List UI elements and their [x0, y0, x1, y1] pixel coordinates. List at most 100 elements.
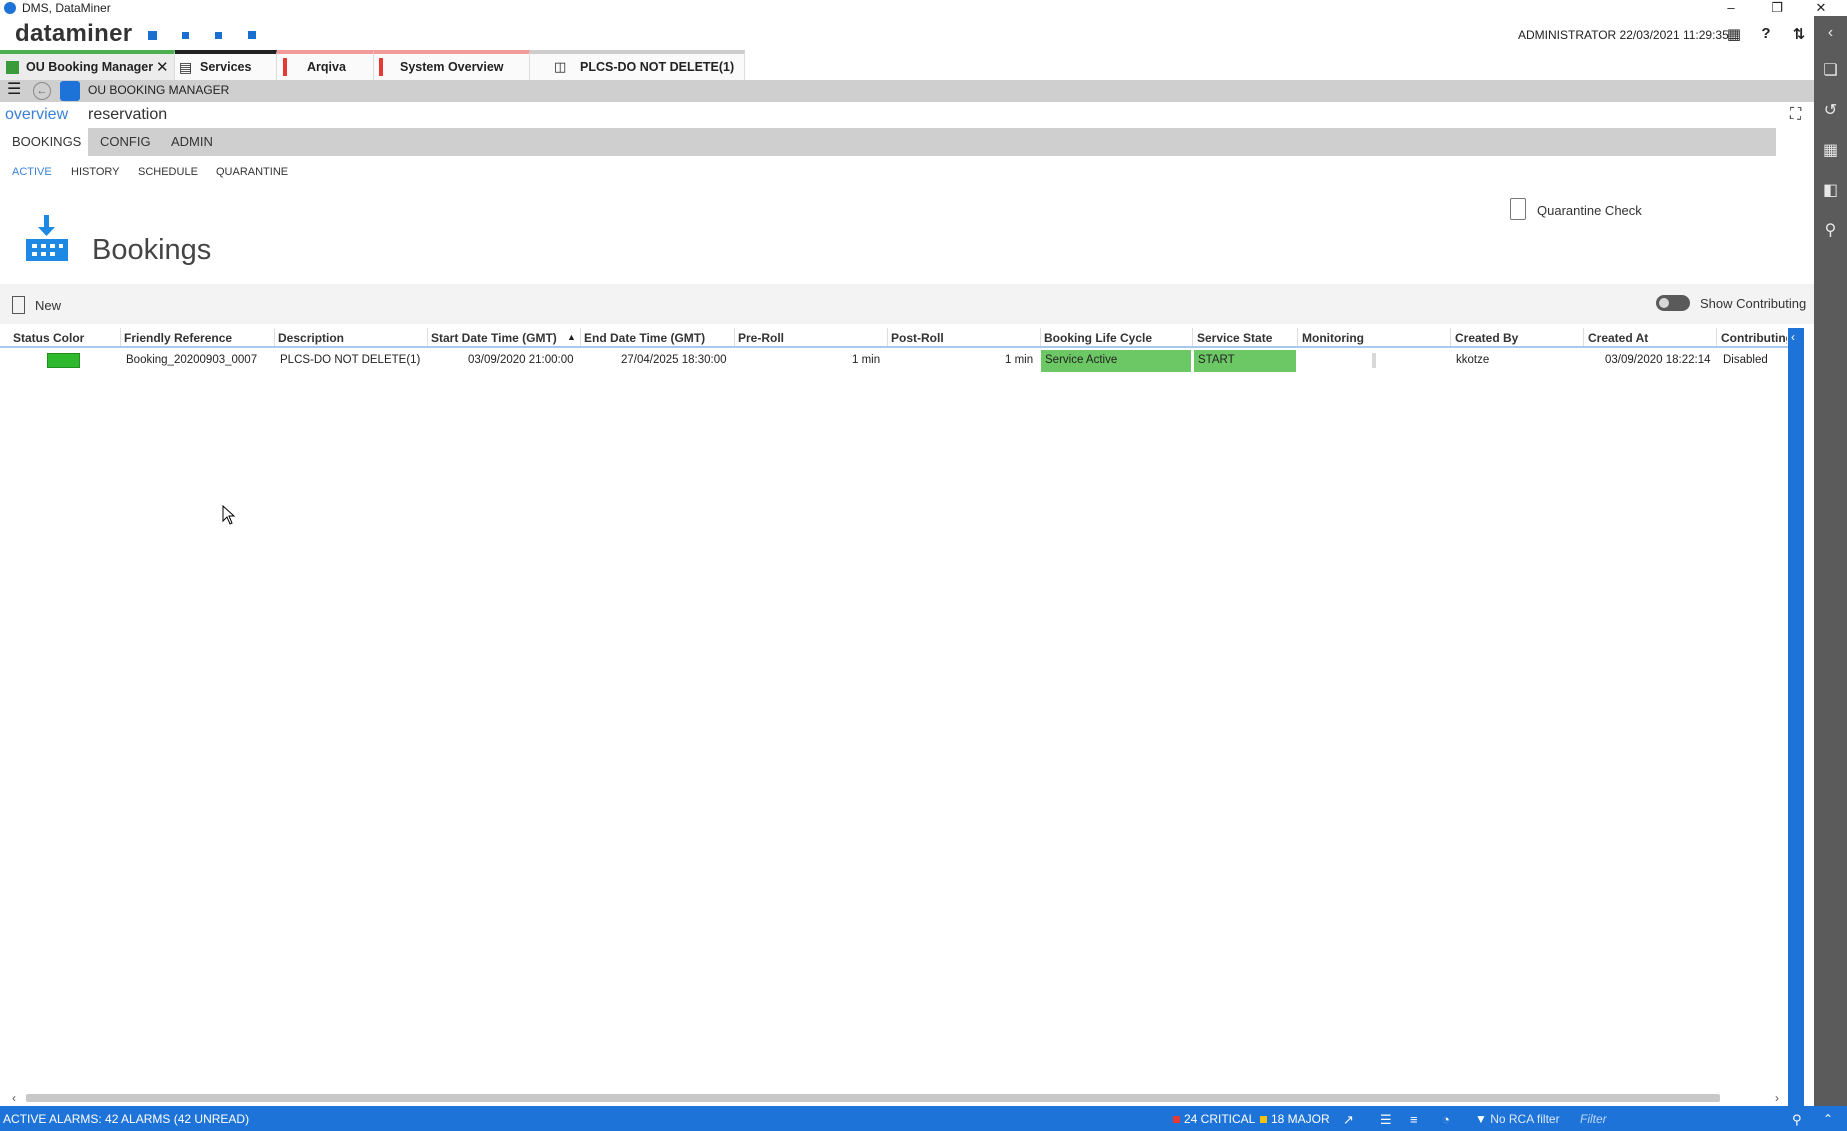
cell-life-cycle: Service Active — [1045, 354, 1118, 366]
col-friendly-reference[interactable]: Friendly Reference — [124, 331, 232, 345]
breadcrumb-overview[interactable]: overview — [5, 106, 68, 124]
quarantine-check-button[interactable]: Quarantine Check — [1537, 203, 1642, 218]
col-start-date[interactable]: Start Date Time (GMT) — [431, 331, 557, 345]
monitoring-indicator — [1372, 353, 1376, 368]
tab-admin[interactable]: ADMIN — [171, 134, 213, 149]
cell-post-roll: 1 min — [1005, 354, 1034, 366]
main-tabs: BOOKINGS CONFIG ADMIN — [0, 128, 1776, 156]
col-status-color[interactable]: Status Color — [13, 331, 84, 345]
col-end-date[interactable]: End Date Time (GMT) — [584, 331, 705, 345]
tab-plcs[interactable]: ◫ PLCS-DO NOT DELETE(1) — [530, 50, 745, 80]
col-created-at[interactable]: Created At — [1588, 331, 1648, 345]
card-title: OU BOOKING MANAGER — [88, 83, 230, 97]
services-icon: ▤ — [179, 59, 193, 75]
rca-filter[interactable]: ▼ No RCA filter — [1475, 1112, 1560, 1126]
layout-icon[interactable]: ◧ — [1814, 180, 1847, 200]
chevron-left-icon[interactable]: ‹ — [1791, 330, 1795, 344]
subtab-schedule[interactable]: SCHEDULE — [138, 166, 198, 178]
col-booking-life-cycle[interactable]: Booking Life Cycle — [1044, 331, 1152, 345]
service-icon: ◫ — [554, 59, 567, 74]
tab-services[interactable]: ▤ Services — [175, 50, 277, 80]
restore-icon[interactable]: ❐ — [1764, 0, 1790, 16]
trend-icon[interactable]: ↗ — [1343, 1112, 1354, 1128]
header-dot — [248, 31, 256, 39]
new-document-icon — [12, 296, 25, 314]
subtab-quarantine[interactable]: QUARANTINE — [216, 166, 288, 178]
tab-label: System Overview — [400, 60, 504, 74]
card-tabs: OU Booking Manager ✕ ▤ Services Arqiva S… — [0, 50, 1814, 80]
table-toolbar: New Show Contributing — [0, 284, 1814, 324]
header-dot — [182, 32, 189, 39]
table-row[interactable]: Booking_20200903_0007 PLCS-DO NOT DELETE… — [0, 350, 1788, 372]
app-logo-icon — [60, 81, 80, 101]
app-icon — [4, 2, 16, 14]
col-pre-roll[interactable]: Pre-Roll — [738, 331, 784, 345]
status-color-swatch — [47, 353, 80, 368]
right-sidebar: ‹ ❏ ↺ ▦ ◧ ⚲ — [1814, 16, 1847, 1106]
tab-label: Services — [200, 60, 252, 74]
list-icon[interactable]: ☰ — [1380, 1112, 1392, 1128]
page-title: Bookings — [92, 234, 212, 266]
subtab-active[interactable]: ACTIVE — [12, 166, 52, 178]
scroll-right-icon[interactable]: › — [1775, 1091, 1779, 1105]
col-monitoring[interactable]: Monitoring — [1302, 331, 1364, 345]
cell-friendly-reference: Booking_20200903_0007 — [126, 354, 258, 366]
pages-icon[interactable]: ❏ — [1814, 60, 1847, 80]
bookings-icon — [26, 215, 68, 261]
horizontal-scrollbar-thumb[interactable] — [26, 1094, 1720, 1102]
hamburger-menu-icon[interactable]: ☰ — [7, 82, 21, 98]
card-toolbar: ☰ ← OU BOOKING MANAGER — [0, 80, 1814, 102]
cell-description: PLCS-DO NOT DELETE(1) — [280, 354, 421, 366]
booking-manager-icon — [6, 61, 19, 74]
tab-arqiva[interactable]: Arqiva — [277, 50, 374, 80]
major-count[interactable]: 18 MAJOR — [1260, 1112, 1330, 1126]
tab-system-overview[interactable]: System Overview — [374, 50, 530, 80]
close-tab-icon[interactable]: ✕ — [156, 58, 169, 76]
col-created-by[interactable]: Created By — [1455, 331, 1518, 345]
cell-contributing: Disabled — [1723, 354, 1768, 366]
new-button[interactable]: New — [35, 298, 61, 313]
dataminer-logo: dataminer — [15, 20, 133, 47]
col-post-roll[interactable]: Post-Roll — [891, 331, 944, 345]
col-description[interactable]: Description — [278, 331, 344, 345]
window-title: DMS, DataMiner — [22, 1, 111, 15]
col-service-state[interactable]: Service State — [1197, 331, 1272, 345]
apps-grid-icon[interactable]: ▦ — [1724, 25, 1744, 45]
tab-label: PLCS-DO NOT DELETE(1) — [580, 60, 735, 74]
show-contributing-toggle[interactable] — [1656, 295, 1690, 311]
tab-ou-booking-manager[interactable]: OU Booking Manager ✕ — [0, 50, 175, 80]
search-filter-icon[interactable]: ⚲ — [1792, 1112, 1802, 1128]
alarm-indicator — [283, 58, 287, 76]
sort-icon[interactable]: ≡ — [1410, 1112, 1418, 1127]
apps-icon[interactable]: ▦ — [1814, 140, 1847, 160]
cell-start: 03/09/2020 21:00:00 — [468, 354, 574, 366]
back-icon[interactable]: ← — [33, 82, 51, 100]
scroll-left-icon[interactable]: ‹ — [12, 1091, 16, 1105]
table-header: Status Color Friendly Reference Descript… — [0, 328, 1788, 348]
collapse-left-icon[interactable]: ‹ — [1814, 24, 1847, 42]
show-contributing-label: Show Contributing — [1700, 296, 1807, 311]
close-window-icon[interactable]: ✕ — [1808, 0, 1834, 16]
alarm-indicator — [379, 58, 383, 76]
sort-ascending-icon: ▲ — [567, 332, 576, 342]
active-alarms-text[interactable]: ACTIVE ALARMS: 42 ALARMS (42 UNREAD) — [3, 1112, 249, 1126]
col-contributing[interactable]: Contributing — [1721, 331, 1787, 345]
cell-end: 27/04/2025 18:30:00 — [621, 354, 727, 366]
tab-config[interactable]: CONFIG — [100, 134, 151, 149]
tab-bookings[interactable]: BOOKINGS — [12, 134, 81, 149]
help-icon[interactable]: ? — [1756, 25, 1776, 45]
cell-created-at: 03/09/2020 18:22:14 — [1605, 354, 1711, 366]
user-info: ADMINISTRATOR 22/03/2021 11:29:35 — [1518, 28, 1729, 42]
critical-count[interactable]: 24 CRITICAL — [1173, 1112, 1255, 1126]
sort-arrows-icon[interactable]: ⇅ — [1789, 25, 1809, 45]
vertical-scrollbar[interactable]: ‹ — [1788, 328, 1804, 1106]
minimize-icon[interactable]: – — [1718, 0, 1744, 16]
breadcrumb-reservation[interactable]: reservation — [88, 106, 167, 124]
subtab-history[interactable]: HISTORY — [71, 166, 120, 178]
history-icon[interactable]: ↺ — [1814, 100, 1847, 120]
filter-input[interactable]: Filter — [1580, 1112, 1607, 1126]
search-icon[interactable]: ⚲ — [1814, 220, 1847, 240]
chevron-up-icon[interactable]: ⌃ — [1823, 1112, 1833, 1126]
pie-chart-icon[interactable]: ◔ — [1442, 1112, 1450, 1127]
fullscreen-icon[interactable]: ⛶ — [1790, 106, 1801, 124]
